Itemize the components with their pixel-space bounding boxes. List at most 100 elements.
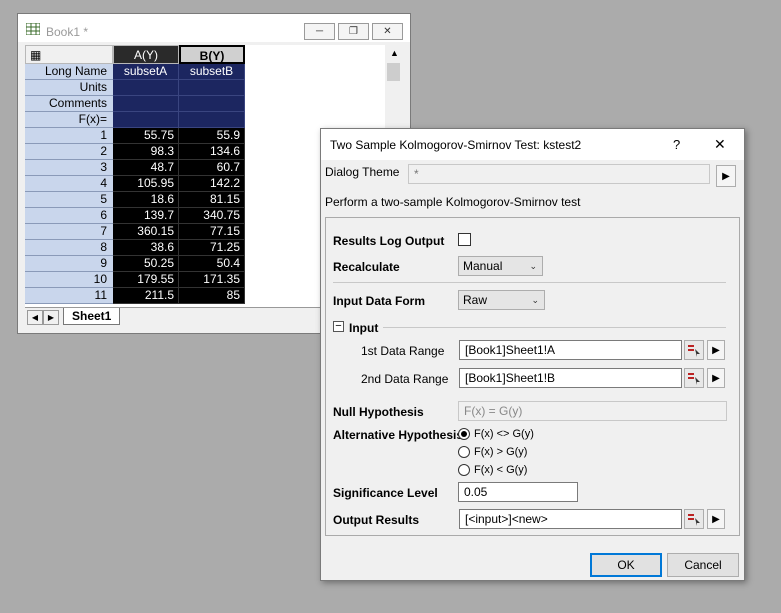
column-header-b[interactable]: B(Y) (179, 45, 245, 64)
alt-option-gt[interactable]: F(x) > G(y) (474, 446, 527, 458)
data-cell-b[interactable]: 171.35 (179, 272, 245, 288)
dialog-titlebar[interactable]: Two Sample Kolmogorov-Smirnov Test: kste… (321, 129, 744, 160)
row-number[interactable]: 4 (25, 176, 113, 192)
significance-label: Significance Level (333, 486, 438, 500)
range2-label: 2nd Data Range (361, 372, 449, 386)
recalculate-label: Recalculate (333, 260, 400, 274)
data-cell-b[interactable]: 50.4 (179, 256, 245, 272)
help-button[interactable]: ? (673, 137, 680, 152)
select-range-icon[interactable] (684, 368, 704, 388)
input-form-select[interactable]: Raw ⌄ (458, 290, 545, 310)
column-header-a[interactable]: A(Y) (113, 45, 179, 64)
alt-radio-neq[interactable] (458, 428, 470, 440)
select-range-icon[interactable] (684, 340, 704, 360)
row-number[interactable]: 2 (25, 144, 113, 160)
data-cell-b[interactable]: 134.6 (179, 144, 245, 160)
chevron-down-icon: ⌄ (531, 295, 539, 305)
row-header-label[interactable]: F(x)= (25, 112, 113, 128)
range2-input[interactable]: [Book1]Sheet1!B (459, 368, 682, 388)
data-cell-a[interactable]: 55.75 (113, 128, 179, 144)
minimize-button[interactable]: ─ (304, 23, 335, 40)
data-cell-a[interactable]: 50.25 (113, 256, 179, 272)
row-number[interactable]: 9 (25, 256, 113, 272)
alt-radio-gt[interactable] (458, 446, 470, 458)
row-header-label[interactable]: Units (25, 80, 113, 96)
select-range-icon[interactable] (684, 509, 704, 529)
row-number[interactable]: 1 (25, 128, 113, 144)
data-cell-b[interactable]: 81.15 (179, 192, 245, 208)
data-cell-b[interactable]: 71.25 (179, 240, 245, 256)
close-button[interactable]: ✕ (372, 23, 403, 40)
row-header-label[interactable]: Comments (25, 96, 113, 112)
meta-cell-b[interactable] (179, 112, 245, 128)
meta-cell-b[interactable]: subsetB (179, 64, 245, 80)
data-cell-a[interactable]: 139.7 (113, 208, 179, 224)
next-sheet-icon[interactable]: ▶ (43, 310, 59, 325)
data-cell-a[interactable]: 98.3 (113, 144, 179, 160)
significance-input[interactable]: 0.05 (458, 482, 578, 502)
null-hypothesis-label: Null Hypothesis (333, 405, 424, 419)
cancel-button[interactable]: Cancel (667, 553, 739, 577)
input-form-value: Raw (463, 293, 488, 307)
results-log-checkbox[interactable] (458, 233, 471, 246)
output-results-label: Output Results (333, 513, 419, 527)
meta-cell-b[interactable] (179, 80, 245, 96)
select-all-icon[interactable]: ▦ (25, 45, 113, 64)
tab-sheet1[interactable]: Sheet1 (63, 308, 121, 325)
data-cell-a[interactable]: 48.7 (113, 160, 179, 176)
data-cell-a[interactable]: 18.6 (113, 192, 179, 208)
theme-label: Dialog Theme (325, 165, 400, 179)
row-number[interactable]: 11 (25, 288, 113, 304)
alt-radio-lt[interactable] (458, 464, 470, 476)
data-cell-b[interactable]: 60.7 (179, 160, 245, 176)
output-menu-icon[interactable]: ▶ (707, 509, 725, 529)
row-number[interactable]: 10 (25, 272, 113, 288)
prev-sheet-icon[interactable]: ◀ (27, 310, 43, 325)
data-cell-a[interactable]: 211.5 (113, 288, 179, 304)
data-cell-b[interactable]: 77.15 (179, 224, 245, 240)
scroll-thumb[interactable] (387, 63, 400, 81)
meta-cell-b[interactable] (179, 96, 245, 112)
theme-menu-icon[interactable]: ▶ (716, 165, 736, 187)
row-number[interactable]: 8 (25, 240, 113, 256)
workbook-titlebar[interactable]: Book1 * ─ ❐ ✕ (18, 14, 410, 42)
description: Perform a two-sample Kolmogorov-Smirnov … (325, 195, 581, 209)
data-cell-b[interactable]: 55.9 (179, 128, 245, 144)
recalculate-select[interactable]: Manual ⌄ (458, 256, 543, 276)
chevron-down-icon: ⌄ (529, 261, 537, 271)
alt-option-lt[interactable]: F(x) < G(y) (474, 464, 527, 476)
data-cell-a[interactable]: 105.95 (113, 176, 179, 192)
scroll-up-icon[interactable]: ▲ (390, 48, 399, 58)
data-cell-b[interactable]: 340.75 (179, 208, 245, 224)
data-cell-a[interactable]: 179.55 (113, 272, 179, 288)
data-cell-a[interactable]: 360.15 (113, 224, 179, 240)
ok-button[interactable]: OK (590, 553, 662, 577)
meta-cell-a[interactable]: subsetA (113, 64, 179, 80)
restore-button[interactable]: ❐ (338, 23, 369, 40)
range2-menu-icon[interactable]: ▶ (707, 368, 725, 388)
range1-input[interactable]: [Book1]Sheet1!A (459, 340, 682, 360)
alt-option-neq[interactable]: F(x) <> G(y) (474, 428, 534, 440)
divider (383, 327, 726, 328)
close-icon[interactable]: ✕ (714, 136, 726, 153)
meta-cell-a[interactable] (113, 112, 179, 128)
row-header-label[interactable]: Long Name (25, 64, 113, 80)
recalculate-value: Manual (463, 259, 503, 273)
worksheet-icon (26, 23, 40, 35)
meta-cell-a[interactable] (113, 80, 179, 96)
divider (333, 282, 726, 283)
row-number[interactable]: 6 (25, 208, 113, 224)
data-cell-a[interactable]: 38.6 (113, 240, 179, 256)
theme-combo[interactable]: * (408, 164, 710, 184)
collapse-icon[interactable]: − (333, 321, 344, 332)
row-number[interactable]: 5 (25, 192, 113, 208)
input-form-label: Input Data Form (333, 294, 425, 308)
row-number[interactable]: 7 (25, 224, 113, 240)
range1-menu-icon[interactable]: ▶ (707, 340, 725, 360)
output-results-input[interactable]: [<input>]<new> (459, 509, 682, 529)
data-cell-b[interactable]: 85 (179, 288, 245, 304)
row-number[interactable]: 3 (25, 160, 113, 176)
data-cell-b[interactable]: 142.2 (179, 176, 245, 192)
range1-label: 1st Data Range (361, 344, 445, 358)
meta-cell-a[interactable] (113, 96, 179, 112)
